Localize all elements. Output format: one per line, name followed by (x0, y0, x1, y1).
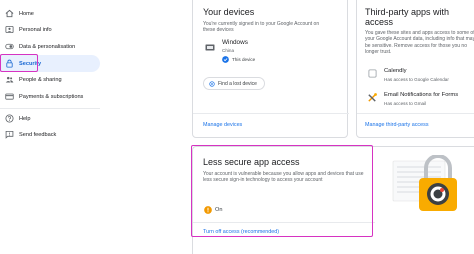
home-icon (5, 9, 14, 18)
card-divider (357, 113, 474, 114)
card-title-line2: access (365, 17, 394, 27)
app-detail: Has access to Google Calendar (384, 77, 449, 82)
app-name: Calendly (384, 68, 407, 74)
card-icon (5, 93, 14, 100)
app-name: Email Notifications for Forms (384, 92, 459, 98)
tools-icon (368, 93, 377, 102)
sidebar-item-data-personalisation[interactable]: Data & personalisation (0, 38, 100, 55)
padlock-illustration (392, 155, 457, 211)
sidebar-item-label: People & sharing (19, 76, 62, 83)
sidebar-item-help[interactable]: Help (0, 110, 100, 127)
less-secure-highlight-box (191, 145, 373, 237)
sidebar-item-send-feedback[interactable]: Send feedback (0, 126, 100, 143)
card-description: You're currently signed in to your Googl… (203, 21, 320, 34)
sidebar: Home Personal info Data & personalisatio… (0, 0, 100, 254)
security-highlight-box (0, 54, 38, 72)
feedback-icon (5, 130, 14, 139)
app-detail: Has access to Gmail (384, 101, 427, 106)
manage-third-party-link[interactable]: Manage third-party access (365, 122, 429, 128)
sidebar-item-people-sharing[interactable]: People & sharing (0, 71, 100, 88)
app-row[interactable]: Calendly Has access to Google Calendar (365, 67, 474, 85)
target-icon (209, 80, 215, 87)
help-icon (5, 114, 14, 123)
sidebar-item-home[interactable]: Home (0, 5, 100, 22)
app-placeholder-icon (368, 69, 377, 78)
people-icon (5, 76, 14, 83)
devices-card: Your devices You're currently signed in … (192, 0, 349, 138)
sidebar-divider (0, 108, 100, 109)
card-description: You gave these sites and apps access to … (365, 30, 474, 56)
sidebar-item-payments[interactable]: Payments & subscriptions (0, 88, 100, 105)
sidebar-item-label: Help (19, 115, 31, 122)
toggle-icon (5, 43, 14, 50)
person-icon (5, 25, 14, 34)
sidebar-item-label: Data & personalisation (19, 43, 76, 50)
sidebar-item-label: Payments & subscriptions (19, 93, 84, 100)
third-party-apps-card: Third-party apps with access You gave th… (356, 0, 474, 138)
laptop-icon (205, 44, 215, 51)
sidebar-item-personal-info[interactable]: Personal info (0, 21, 100, 38)
card-divider (193, 113, 349, 114)
sidebar-item-label: Personal info (19, 26, 52, 33)
manage-devices-link[interactable]: Manage devices (203, 122, 242, 128)
sidebar-item-label: Home (19, 10, 34, 17)
account-security-page: Home Personal info Data & personalisatio… (0, 0, 474, 254)
sidebar-item-label: Send feedback (19, 131, 57, 138)
check-circle-icon (222, 56, 229, 63)
device-row[interactable]: Windows China This device (203, 39, 345, 69)
card-title: Your devices (203, 7, 255, 17)
device-location: China (222, 48, 235, 53)
find-lost-device-button[interactable]: Find a lost device (203, 77, 265, 90)
app-row[interactable]: Email Notifications for Forms Has access… (365, 91, 474, 109)
device-status: This device (232, 57, 256, 62)
button-label: Find a lost device (218, 80, 257, 87)
device-name: Windows (222, 39, 248, 46)
card-title-line1: Third-party apps with (365, 7, 450, 17)
